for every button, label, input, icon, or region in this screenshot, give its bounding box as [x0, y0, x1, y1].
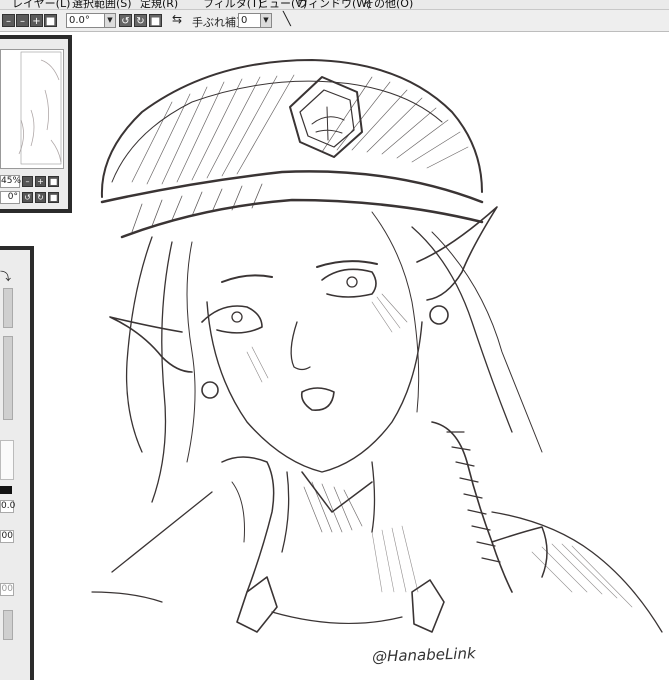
remove-icon[interactable]: –: [2, 14, 15, 27]
rotation-value[interactable]: 0°: [0, 191, 20, 204]
menu-ruler[interactable]: 定規(R): [140, 0, 178, 9]
tool-value-1[interactable]: 0.0: [0, 500, 15, 513]
navigator-thumbnail[interactable]: [0, 49, 64, 169]
menu-selection[interactable]: 選択範囲(S): [72, 0, 132, 9]
zoom-value[interactable]: 45%: [0, 175, 21, 188]
swap-colors-icon[interactable]: ⤵: [0, 268, 16, 283]
tool-value-3[interactable]: 00: [0, 583, 14, 596]
swap-arrows-icon[interactable]: ⇆: [172, 12, 182, 26]
zoom-out-icon[interactable]: –: [22, 176, 33, 187]
menu-bar: レイヤー(L) 選択範囲(S) 定規(R) フィルタ(T) ビュー(V) ウィン…: [0, 0, 669, 10]
color-preview[interactable]: [0, 440, 14, 480]
zoom-reset-icon[interactable]: ■: [48, 176, 59, 187]
rotate-right-icon[interactable]: ↻: [134, 14, 147, 27]
character-sketch: [91, 59, 663, 633]
scrollbar-upper[interactable]: [3, 288, 13, 328]
navigator-inner: 45% – + ■ 0° ↺ ↻ ■: [0, 39, 68, 209]
menu-filter[interactable]: フィルタ(T): [203, 0, 262, 9]
line-icon[interactable]: ╲: [283, 12, 291, 27]
scrollbar-middle[interactable]: [3, 336, 13, 420]
toolbar: – – + ■ 0.0° ▼ ↺ ↻ ■ ⇆ 手ぶれ補正 0 ▼ ╲: [0, 10, 669, 32]
zoom-in-icon[interactable]: +: [35, 176, 46, 187]
menu-layer[interactable]: レイヤー(L): [12, 0, 70, 9]
tool-value-2[interactable]: 00: [0, 530, 14, 543]
reset-rotation-icon[interactable]: ■: [149, 14, 162, 27]
rotation-reset-icon[interactable]: ■: [48, 192, 59, 203]
tool-panel: ⤵ 0.0 00 00: [0, 246, 34, 680]
tool-panel-inner: ⤵ 0.0 00 00: [0, 250, 30, 680]
rotate-ccw-icon[interactable]: ↺: [22, 192, 33, 203]
drawing-canvas[interactable]: @HanabeLink: [72, 32, 669, 680]
angle-dropdown-icon[interactable]: ▼: [104, 13, 116, 28]
scrollbar-lower[interactable]: [3, 610, 13, 640]
menu-window[interactable]: ウィンドウ(W): [297, 0, 371, 9]
rotate-cw-icon[interactable]: ↻: [35, 192, 46, 203]
minus-icon[interactable]: –: [16, 14, 29, 27]
rotate-left-icon[interactable]: ↺: [119, 14, 132, 27]
plus-icon[interactable]: +: [30, 14, 43, 27]
navigator-panel: 45% – + ■ 0° ↺ ↻ ■: [0, 35, 72, 213]
foreground-color-swatch[interactable]: [0, 486, 12, 494]
menu-other[interactable]: その他(O): [363, 0, 413, 9]
stabilizer-dropdown-icon[interactable]: ▼: [260, 13, 272, 28]
signature-text: @HanabeLink: [371, 644, 476, 666]
square-icon[interactable]: ■: [44, 14, 57, 27]
navigator-preview-sketch: [18, 51, 62, 165]
